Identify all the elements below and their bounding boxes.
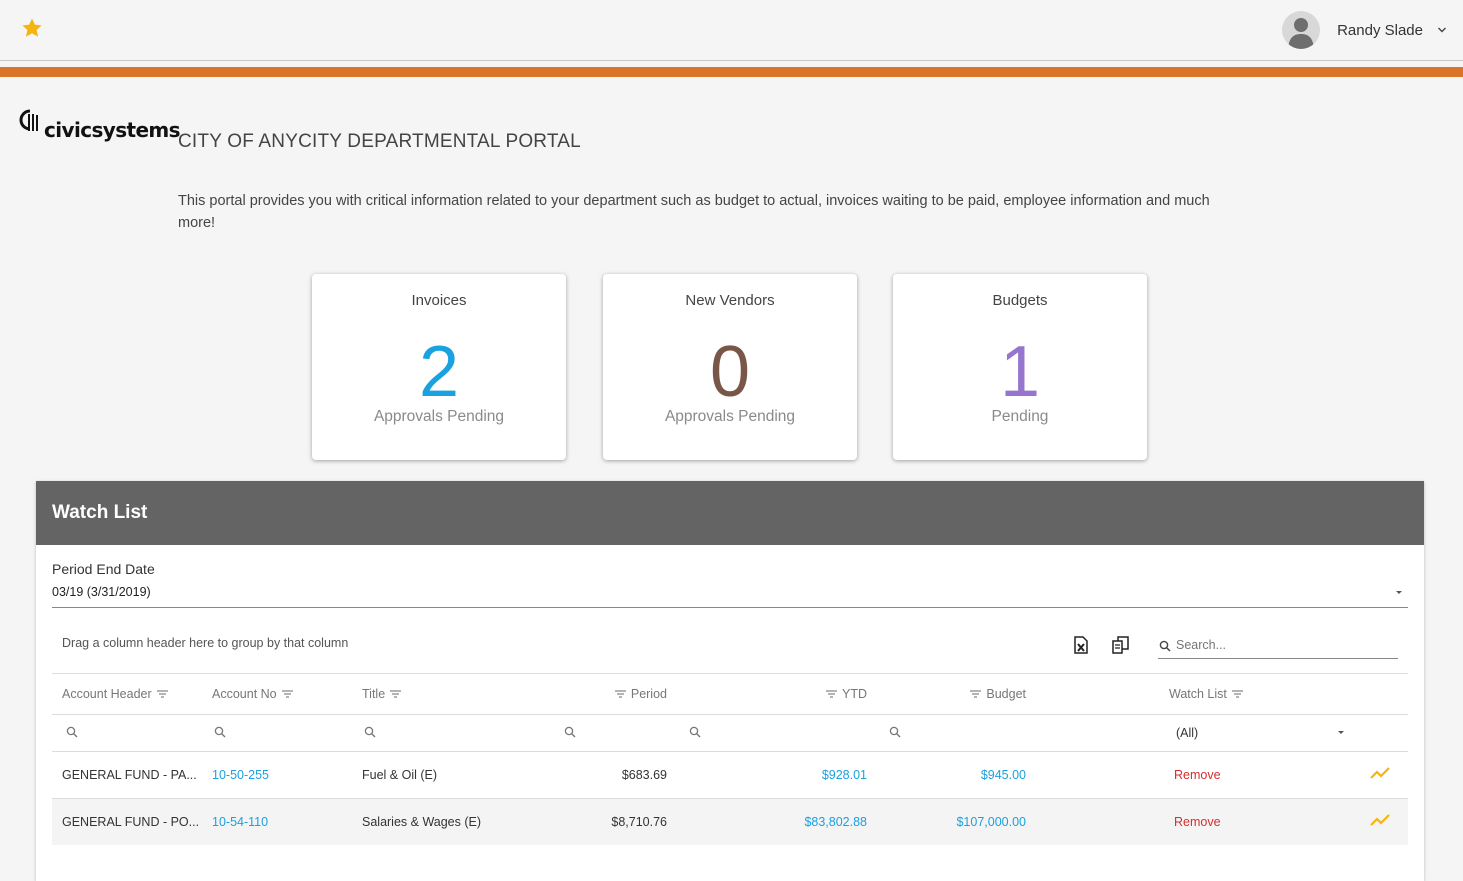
column-header-account-no[interactable]: Account No	[212, 674, 293, 714]
card-title: New Vendors	[685, 292, 775, 309]
column-label: Period	[630, 687, 667, 701]
trend-chart-icon[interactable]	[1370, 766, 1390, 780]
grid-search[interactable]	[1158, 636, 1398, 659]
search-icon[interactable]	[214, 726, 226, 738]
chevron-down-icon[interactable]	[1437, 25, 1447, 35]
search-icon[interactable]	[364, 726, 376, 738]
filter-icon[interactable]	[614, 690, 626, 698]
filter-icon[interactable]	[281, 690, 293, 698]
user-avatar-icon	[1288, 18, 1315, 49]
column-header-watch-list[interactable]: Watch List	[1169, 674, 1243, 714]
dropdown-caret-icon	[1396, 591, 1402, 594]
watch-list-filter-select[interactable]: (All)	[1176, 715, 1346, 751]
budgets-card[interactable]: Budgets 1 Pending	[893, 274, 1147, 460]
account-no-link[interactable]: 10-54-110	[212, 799, 268, 845]
watch-list-grid: Account Header Account No Title Period Y…	[52, 673, 1408, 845]
search-input[interactable]	[1174, 637, 1398, 653]
intro-text: This portal provides you with critical i…	[178, 193, 1210, 231]
table-row[interactable]: GENERAL FUND - PO... 10-54-110 Salaries …	[52, 798, 1408, 845]
column-header-ytd[interactable]: YTD	[772, 674, 867, 714]
column-header-account-header[interactable]: Account Header	[62, 674, 168, 714]
remove-link[interactable]: Remove	[1174, 799, 1221, 845]
watch-list-filter-value: (All)	[1176, 726, 1199, 740]
search-icon[interactable]	[564, 726, 576, 738]
budget-link[interactable]: $945.00	[916, 752, 1026, 798]
column-label: Account No	[212, 687, 277, 701]
accent-bar	[0, 67, 1463, 77]
top-bar: Randy Slade	[0, 0, 1463, 61]
search-icon[interactable]	[66, 726, 78, 738]
period-end-date-value: 03/19 (3/31/2019)	[52, 585, 151, 599]
card-value: 1	[999, 332, 1041, 412]
account-no-link[interactable]: 10-50-255	[212, 752, 269, 798]
dropdown-caret-icon	[1338, 731, 1344, 734]
card-subtitle: Approvals Pending	[373, 408, 505, 425]
column-label: Budget	[986, 687, 1026, 701]
grid-filter-row: (All)	[52, 714, 1408, 751]
card-value: 2	[418, 332, 460, 412]
watch-list-title: Watch List	[36, 481, 1424, 545]
logo-mark-icon	[19, 109, 38, 131]
page-title: CITY OF ANYCITY DEPARTMENTAL PORTAL	[178, 131, 581, 152]
card-subtitle: Approvals Pending	[664, 408, 796, 425]
user-menu[interactable]: Randy Slade	[1282, 10, 1447, 50]
invoices-card[interactable]: Invoices 2 Approvals Pending	[312, 274, 566, 460]
group-by-hint: Drag a column header here to group by th…	[62, 636, 349, 650]
filter-icon[interactable]	[970, 690, 982, 698]
card-subtitle: Pending	[991, 408, 1049, 425]
logo-text: civicsystems	[44, 118, 181, 142]
new-vendors-card[interactable]: New Vendors 0 Approvals Pending	[603, 274, 857, 460]
column-header-title[interactable]: Title	[362, 674, 402, 714]
search-icon[interactable]	[889, 726, 901, 738]
title-cell: Salaries & Wages (E)	[362, 815, 482, 829]
filter-icon[interactable]	[390, 690, 402, 698]
column-label: Watch List	[1169, 687, 1227, 701]
column-label: Title	[362, 687, 386, 701]
ytd-link[interactable]: $928.01	[757, 752, 867, 798]
period-end-date-select[interactable]: 03/19 (3/31/2019)	[52, 585, 1408, 608]
card-title: Invoices	[411, 292, 467, 309]
avatar	[1282, 11, 1321, 49]
search-icon	[1159, 640, 1171, 652]
title-cell: Fuel & Oil (E)	[362, 768, 438, 782]
table-row[interactable]: GENERAL FUND - PA... 10-50-255 Fuel & Oi…	[52, 751, 1408, 798]
budget-link[interactable]: $107,000.00	[916, 799, 1026, 845]
period-end-date-label: Period End Date	[52, 561, 155, 577]
filter-icon[interactable]	[1231, 690, 1243, 698]
trend-chart-icon[interactable]	[1370, 813, 1390, 827]
period-cell: $683.69	[621, 768, 667, 782]
filter-icon[interactable]	[826, 690, 837, 698]
period-cell: $8,710.76	[611, 815, 667, 829]
card-value: 0	[709, 332, 751, 412]
column-header-period[interactable]: Period	[572, 674, 667, 714]
card-title: Budgets	[992, 292, 1048, 309]
civicsystems-logo: civicsystems	[19, 109, 181, 142]
grid-header-row: Account Header Account No Title Period Y…	[52, 673, 1408, 714]
watch-list-panel: Watch List Period End Date 03/19 (3/31/2…	[36, 481, 1424, 881]
column-header-budget[interactable]: Budget	[932, 674, 1026, 714]
filter-icon[interactable]	[156, 690, 168, 698]
star-icon[interactable]	[20, 16, 44, 40]
ytd-link[interactable]: $83,802.88	[757, 799, 867, 845]
account-header-cell: GENERAL FUND - PO...	[62, 815, 200, 829]
column-chooser-icon[interactable]	[1112, 636, 1130, 654]
column-label: YTD	[842, 687, 867, 701]
search-icon[interactable]	[689, 726, 701, 738]
export-excel-icon[interactable]	[1074, 636, 1088, 654]
column-label: Account Header	[62, 687, 152, 701]
remove-link[interactable]: Remove	[1174, 752, 1221, 798]
account-header-cell: GENERAL FUND - PA...	[62, 768, 197, 782]
user-name: Randy Slade	[1337, 21, 1423, 39]
